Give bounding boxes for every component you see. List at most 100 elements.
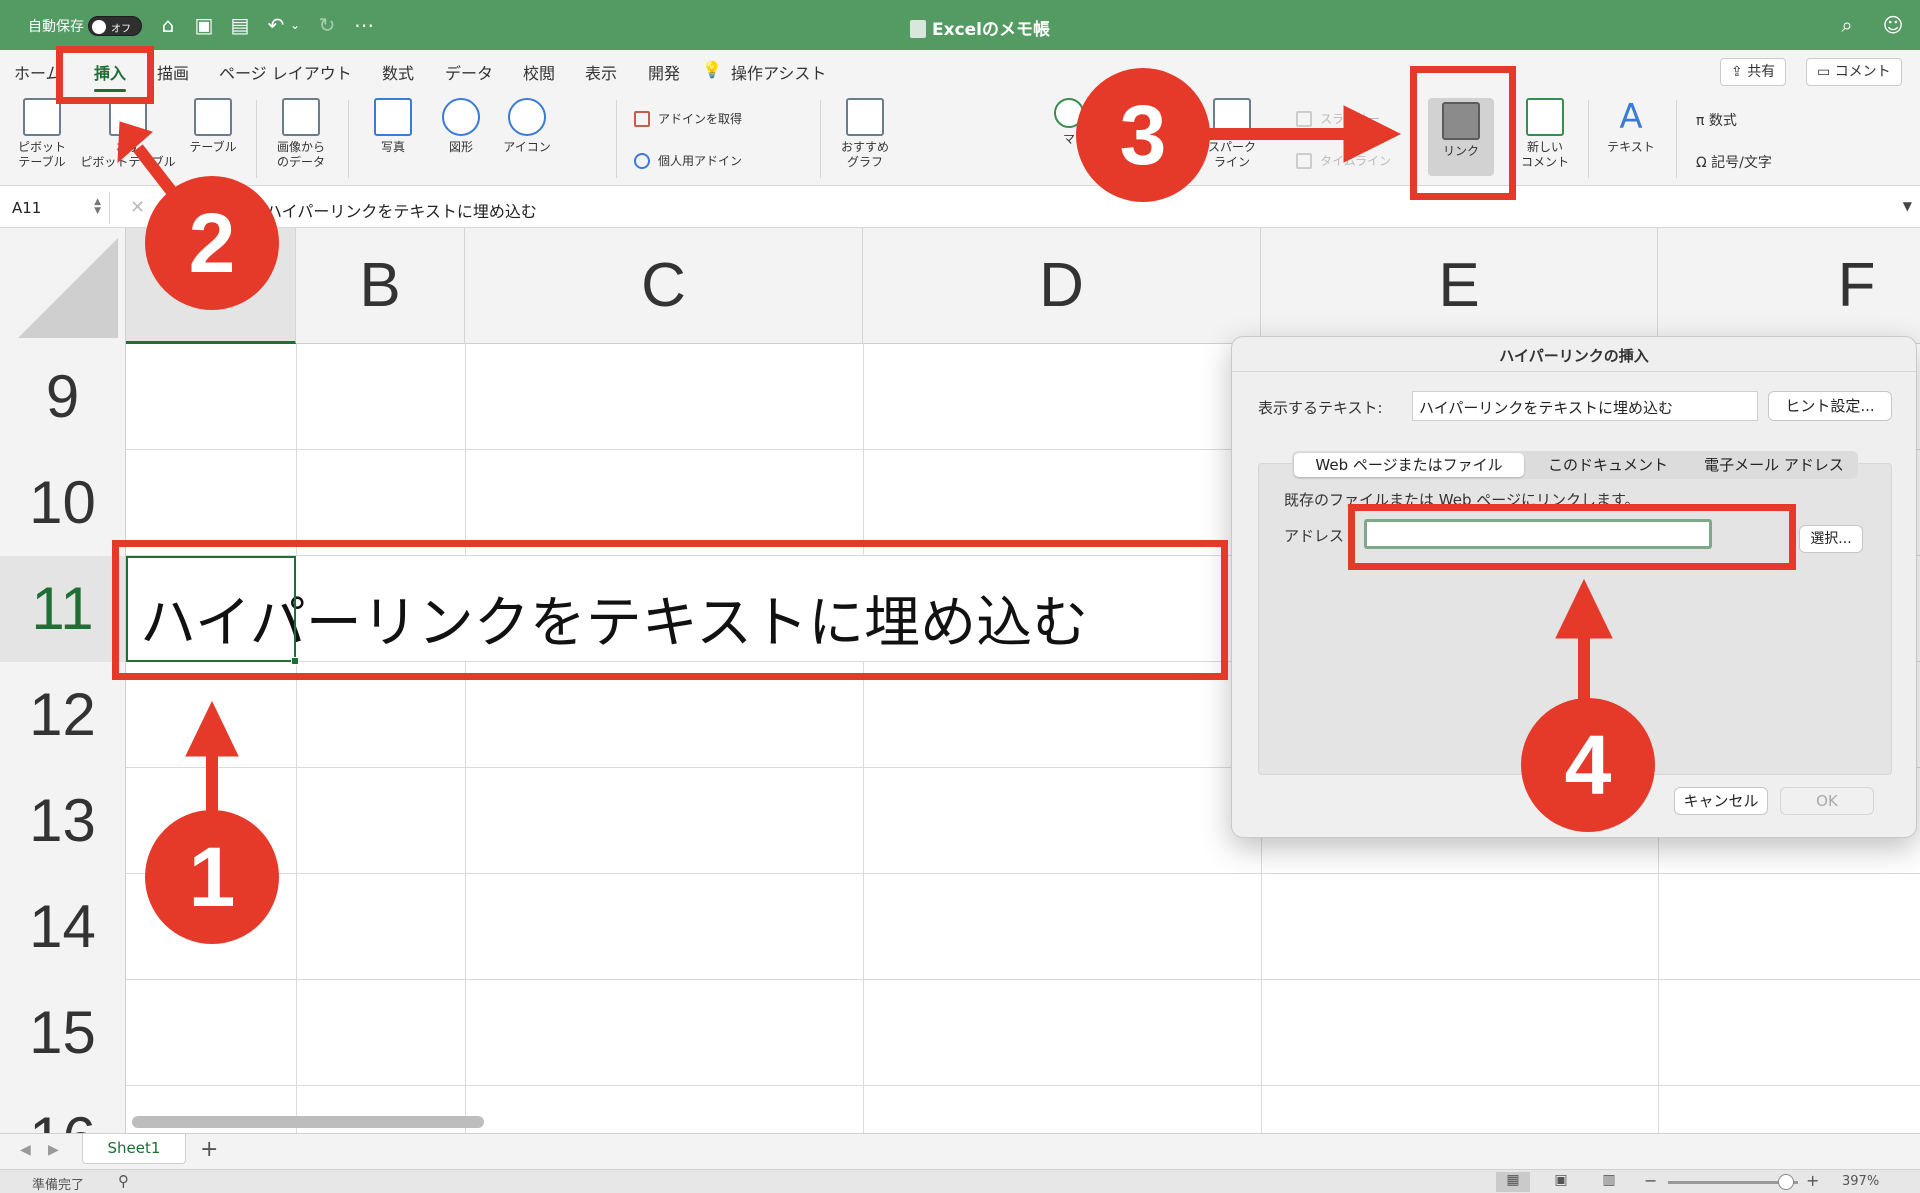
new-comment-button[interactable]: 新しい コメント <box>1512 98 1578 170</box>
selected-cell-a11[interactable] <box>126 556 299 665</box>
ribbon-divider <box>1676 100 1677 178</box>
row-header-13[interactable]: 13 <box>0 768 126 874</box>
tab-review[interactable]: 校閲 <box>523 60 555 84</box>
pictures-button[interactable]: 写真 <box>360 98 426 155</box>
recommended-pivot-button[interactable]: おす ピボットテーブル <box>76 98 180 170</box>
pictures-label: 写真 <box>380 140 405 154</box>
comments-button[interactable]: ▭ コメント <box>1806 58 1902 86</box>
add-sheet-button[interactable]: + <box>200 1137 218 1162</box>
pivot-table-button[interactable]: ピボット テーブル <box>10 98 74 170</box>
screentip-button[interactable]: ヒント設定... <box>1768 391 1892 421</box>
tab-tell-me[interactable]: 操作アシスト <box>731 60 826 84</box>
tab-page-layout[interactable]: ページ レイアウト <box>219 60 352 84</box>
cancel-edit-icon[interactable]: ✕ <box>130 197 145 218</box>
status-ready: 準備完了 <box>32 1178 85 1193</box>
get-addins-button[interactable]: アドインを取得 <box>634 110 742 127</box>
text-button[interactable]: A テキスト <box>1598 98 1664 155</box>
slicer-button[interactable]: スライサー <box>1296 110 1380 127</box>
normal-view-icon[interactable]: ▦ <box>1496 1172 1530 1192</box>
prev-sheet-icon[interactable]: ◀ <box>20 1142 31 1158</box>
addins-icon <box>634 153 650 169</box>
equation-button[interactable]: π 数式 <box>1696 110 1737 130</box>
timeline-button[interactable]: タイムライン <box>1296 152 1391 169</box>
display-text-field[interactable]: ハイパーリンクをテキストに埋め込む <box>1412 391 1758 421</box>
tab-developer[interactable]: 開発 <box>648 60 680 84</box>
undo-dropdown-icon[interactable]: ⌄ <box>288 13 302 37</box>
ribbon: ピボット テーブル おす ピボットテーブル テーブル 画像から のデータ 写真 … <box>0 92 1920 266</box>
my-addins-button[interactable]: 個人用アドイン <box>634 152 742 169</box>
expand-formula-bar-icon[interactable]: ▼ <box>1903 199 1912 213</box>
autosave-toggle[interactable]: オフ <box>88 16 142 36</box>
shapes-label: 図形 <box>448 140 473 154</box>
tab-email-address[interactable]: 電子メール アドレス <box>1692 453 1856 477</box>
column-header-d[interactable]: D <box>863 228 1261 344</box>
select-all-corner[interactable] <box>0 228 126 344</box>
sparklines-button[interactable]: スパーク ライン <box>1196 98 1268 170</box>
address-input[interactable] <box>1364 519 1712 549</box>
column-headers: A B C D E F <box>0 228 1920 344</box>
new-comment-icon <box>1526 98 1564 136</box>
slicer-icon <box>1296 111 1312 127</box>
tab-draw[interactable]: 描画 <box>157 60 189 84</box>
symbol-button[interactable]: Ω 記号/文字 <box>1696 152 1772 172</box>
name-box-stepper-icon[interactable]: ▲ ▼ <box>94 198 101 216</box>
row-header-16[interactable]: 16 <box>0 1086 126 1133</box>
page-break-view-icon[interactable]: ▥ <box>1592 1172 1626 1192</box>
save-icon[interactable]: ▣ <box>191 13 217 37</box>
dialog-divider <box>1232 371 1916 372</box>
cancel-button[interactable]: キャンセル <box>1674 787 1768 815</box>
icons-button[interactable]: アイコン <box>494 98 560 155</box>
recommended-charts-button[interactable]: おすすめ グラフ <box>830 98 900 170</box>
column-header-c[interactable]: C <box>465 228 863 344</box>
row-header-9[interactable]: 9 <box>0 344 126 450</box>
zoom-in-button[interactable]: + <box>1806 1171 1819 1190</box>
shapes-button[interactable]: 図形 <box>428 98 494 155</box>
share-icon: ⇪ <box>1731 64 1748 80</box>
undo-icon[interactable]: ↶ <box>263 13 289 37</box>
column-header-a[interactable]: A <box>126 228 296 344</box>
row-header-15[interactable]: 15 <box>0 980 126 1086</box>
link-button[interactable]: リンク <box>1428 98 1494 176</box>
ok-button[interactable]: OK <box>1780 787 1874 815</box>
text-label: テキスト <box>1607 140 1655 154</box>
timeline-label: タイムライン <box>1320 154 1392 168</box>
formula-input[interactable]: ハイパーリンクをテキストに埋め込む <box>266 198 537 222</box>
row-header-14[interactable]: 14 <box>0 874 126 980</box>
home-icon[interactable]: ⌂ <box>155 13 181 37</box>
page-layout-view-icon[interactable]: ▣ <box>1544 1172 1578 1192</box>
save-as-icon[interactable]: ▤ <box>227 13 253 37</box>
name-box[interactable]: A11 ▲ ▼ <box>0 192 110 224</box>
horizontal-scrollbar[interactable] <box>132 1116 484 1128</box>
zoom-slider-thumb[interactable] <box>1778 1174 1794 1190</box>
column-header-b[interactable]: B <box>296 228 465 344</box>
choose-file-button[interactable]: 選択... <box>1799 525 1863 553</box>
zoom-level[interactable]: 397% <box>1842 1174 1879 1189</box>
tab-view[interactable]: 表示 <box>585 60 617 84</box>
next-sheet-icon[interactable]: ▶ <box>48 1142 59 1158</box>
data-from-picture-button[interactable]: 画像から のデータ <box>268 98 334 170</box>
tab-insert[interactable]: 挿入 <box>94 60 127 92</box>
column-header-f[interactable]: F <box>1658 228 1920 344</box>
tab-this-document[interactable]: このドキュメント <box>1528 453 1688 477</box>
more-icon[interactable]: ⋯ <box>351 13 377 37</box>
tab-web-page-or-file[interactable]: Web ページまたはファイル <box>1294 453 1524 477</box>
row-header-12[interactable]: 12 <box>0 662 126 768</box>
table-button[interactable]: テーブル <box>180 98 246 155</box>
zoom-out-button[interactable]: − <box>1644 1171 1657 1190</box>
shapes-icon <box>442 98 480 136</box>
search-icon[interactable]: ⌕ <box>1834 13 1860 37</box>
row-header-10[interactable]: 10 <box>0 450 126 556</box>
redo-icon[interactable]: ↻ <box>314 13 340 37</box>
tab-data[interactable]: データ <box>445 60 493 84</box>
maps-button[interactable]: マ <box>1054 98 1084 147</box>
share-button[interactable]: ⇪ 共有 <box>1720 58 1787 86</box>
tab-formulas[interactable]: 数式 <box>382 60 414 84</box>
account-icon[interactable]: ☺ <box>1880 13 1906 37</box>
maps-icon <box>1054 98 1084 128</box>
omega-icon: Ω <box>1696 155 1712 171</box>
sheet-tab-sheet1[interactable]: Sheet1 <box>82 1134 186 1164</box>
row-header-11[interactable]: 11 <box>0 556 126 662</box>
accessibility-icon[interactable]: ⚲ <box>118 1172 129 1190</box>
tab-home[interactable]: ホーム <box>14 60 62 84</box>
column-header-e[interactable]: E <box>1261 228 1658 344</box>
